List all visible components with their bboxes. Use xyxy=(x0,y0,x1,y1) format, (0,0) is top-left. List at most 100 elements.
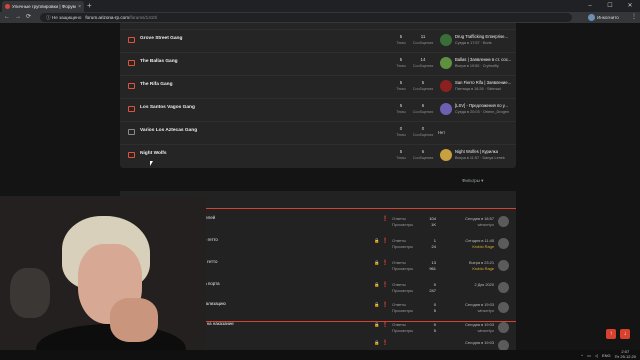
last-poster-avatar[interactable] xyxy=(498,322,509,333)
close-window-button[interactable]: ✕ xyxy=(620,0,640,12)
new-tab-button[interactable]: + xyxy=(87,1,92,11)
forum-chat-icon xyxy=(128,83,135,89)
last-post[interactable]: Night Wolfes | Курилка Вчера в 11:57 · Da… xyxy=(455,149,515,161)
forum-chat-icon xyxy=(128,60,135,66)
forum-name[interactable]: Varios Los Aztecas Gang xyxy=(140,128,197,133)
forum-messages-count: 14 Сообщения xyxy=(412,57,434,68)
forum-row[interactable]: Grove Street Gang 5 Темы 11 Сообщения Drug Tr… xyxy=(120,29,516,51)
url-input[interactable]: ⓘ Не защищено forum.arizona-rp.com/forums… xyxy=(40,13,572,22)
forum-name[interactable]: Los Santos Vagos Gang xyxy=(140,105,195,110)
topic-last-post[interactable]: Сегодня в 18:57 winsertyo xyxy=(440,216,494,228)
important-flag-icon: ❗ xyxy=(382,260,389,266)
scroll-up-button[interactable]: ↑ xyxy=(606,329,616,339)
last-poster-avatar[interactable] xyxy=(498,216,509,227)
last-poster-avatar[interactable] xyxy=(498,260,509,271)
browser-titlebar: Уличные группировки | Форум × + – ☐ ✕ xyxy=(0,0,640,12)
forum-row[interactable]: The Rifa Gang 5 Темы 5 Сообщения San Fierro R… xyxy=(120,75,516,97)
url-domain: forum.arizona-rp.com xyxy=(85,15,130,20)
forum-name[interactable]: Grove Street Gang xyxy=(140,36,182,41)
forum-messages-count: 0 Сообщения xyxy=(412,126,434,137)
important-flag-icon: ❗ xyxy=(382,302,389,308)
topic-stats: Ответы 0 Просмотры 5 xyxy=(392,302,436,313)
url-path: /forums/1410/ xyxy=(129,15,158,20)
lock-icon: 🔒 xyxy=(374,238,380,243)
forum-name[interactable]: Night Wolfs xyxy=(140,151,167,156)
important-flag-icon: ❗ xyxy=(382,282,389,288)
last-poster-avatar[interactable] xyxy=(498,302,509,313)
scroll-down-button[interactable]: ↓ xyxy=(620,329,630,339)
topic-last-post[interactable]: 2 Дек 2020 xyxy=(440,282,494,288)
browser-menu-icon[interactable]: ⋮ xyxy=(631,12,637,23)
forum-row[interactable]: Varios Los Aztecas Gang 0 Темы 0 Сообщения Не… xyxy=(120,121,516,143)
language-indicator[interactable]: ENG xyxy=(602,353,611,358)
topic-last-post[interactable]: Сегодня в 11:45 Kroblo Rage xyxy=(440,238,494,250)
taskbar xyxy=(0,350,640,360)
last-post[interactable]: Ballas | Заявление в ст. сос... Вчера в 1… xyxy=(455,57,515,69)
forum-row[interactable]: Los Santos Vagos Gang 5 Темы 6 Сообщения [LSV… xyxy=(120,98,516,120)
lock-icon: 🔒 xyxy=(374,302,380,307)
back-button[interactable]: ← xyxy=(4,12,10,23)
last-poster-avatar[interactable] xyxy=(498,340,509,350)
lock-icon: 🔒 xyxy=(374,340,380,345)
volume-icon[interactable]: ◁ xyxy=(595,353,598,358)
profile-button[interactable]: Инкогнито xyxy=(588,13,619,22)
topic-last-post[interactable]: Сегодня в 19:03 xyxy=(440,340,494,346)
forum-chat-icon xyxy=(128,106,135,112)
forum-chat-icon xyxy=(128,37,135,43)
forum-chat-icon xyxy=(128,152,135,158)
last-post-avatar[interactable] xyxy=(440,34,452,46)
streamer-hand xyxy=(110,298,158,342)
topic-last-post[interactable]: Сегодня в 19:03 winsertyo xyxy=(440,302,494,314)
forward-button[interactable]: → xyxy=(15,12,21,23)
mouse-cursor-icon xyxy=(150,161,153,166)
last-poster-avatar[interactable] xyxy=(498,238,509,249)
lock-icon: 🔒 xyxy=(374,322,380,327)
tray-up-icon[interactable]: ^ xyxy=(581,353,583,358)
reload-button[interactable]: ⟳ xyxy=(26,12,31,23)
clock[interactable]: 2:07 Пт 25.12.20 xyxy=(615,350,636,359)
lock-icon: 🔒 xyxy=(374,260,380,265)
tab-close-icon[interactable]: × xyxy=(78,4,81,10)
topic-last-post[interactable]: Сегодня в 19:03 winsertyo xyxy=(440,322,494,334)
forum-row[interactable]: The Ballas Gang 5 Темы 14 Сообщения Ballas | … xyxy=(120,52,516,74)
topic-last-post[interactable]: Вчера в 23:21 Kroblo Rage xyxy=(440,260,494,272)
last-post[interactable]: Drug Trafficking Enterprise... Суеда в 17… xyxy=(455,34,515,46)
forum-row[interactable]: Night Wolfs 5 Темы 6 Сообщения Night Wolfes |… xyxy=(120,144,516,166)
last-post-avatar[interactable] xyxy=(440,103,452,115)
important-flag-icon: ❗ xyxy=(382,238,389,244)
incognito-icon xyxy=(588,14,595,21)
network-icon[interactable]: ▭ xyxy=(587,353,591,358)
headphones-image xyxy=(10,268,50,318)
last-post[interactable]: San Fierro Rifa | Заявление... Пятница в … xyxy=(455,80,515,92)
topic-stats: Ответы 13 Просмотры 961 xyxy=(392,260,436,271)
security-warning[interactable]: ⓘ Не защищено xyxy=(46,15,81,20)
important-flag-icon: ❗ xyxy=(382,322,389,328)
tab-title: Уличные группировки | Форум xyxy=(12,4,76,9)
system-tray: ^ ▭ ◁ ENG 2:07 Пт 25.12.20 xyxy=(581,350,636,360)
browser-tab[interactable]: Уличные группировки | Форум × xyxy=(2,1,84,12)
forum-messages-count: 6 Сообщения xyxy=(412,103,434,114)
last-post-avatar[interactable] xyxy=(440,149,452,161)
topic-stats: Ответы 1 Просмотры 24 xyxy=(392,238,436,249)
webcam-overlay xyxy=(0,196,206,360)
last-post-avatar[interactable] xyxy=(440,57,452,69)
topic-stats: Ответы 104 Просмотры 1K xyxy=(392,216,436,227)
subforum-list: Grove Street Gang 5 Темы 11 Сообщения Drug Tr… xyxy=(120,23,516,168)
maximize-button[interactable]: ☐ xyxy=(600,0,620,12)
important-flag-icon: ❗ xyxy=(382,216,389,222)
last-post-none: Нет xyxy=(438,130,446,135)
forum-name[interactable]: The Rifa Gang xyxy=(140,82,173,87)
clock-date: Пт 25.12.20 xyxy=(614,354,636,359)
last-post-avatar[interactable] xyxy=(440,80,452,92)
forum-messages-count: 6 Сообщения xyxy=(412,149,434,160)
forum-name[interactable]: The Ballas Gang xyxy=(140,59,178,64)
forum-chat-icon xyxy=(128,129,135,135)
filters-button[interactable]: Фильтры ▾ xyxy=(462,178,483,184)
last-post[interactable]: [LSV] - Предложения по у... Суеда в 20:03… xyxy=(455,103,515,115)
topic-stats: Ответы 0 Просмотры 247 xyxy=(392,282,436,293)
minimize-button[interactable]: – xyxy=(580,0,600,12)
important-flag-icon: ❗ xyxy=(382,340,389,346)
topic-stats: Ответы 0 Просмотры 5 xyxy=(392,322,436,333)
last-poster-avatar[interactable] xyxy=(498,282,509,293)
lock-icon: 🔒 xyxy=(374,282,380,287)
